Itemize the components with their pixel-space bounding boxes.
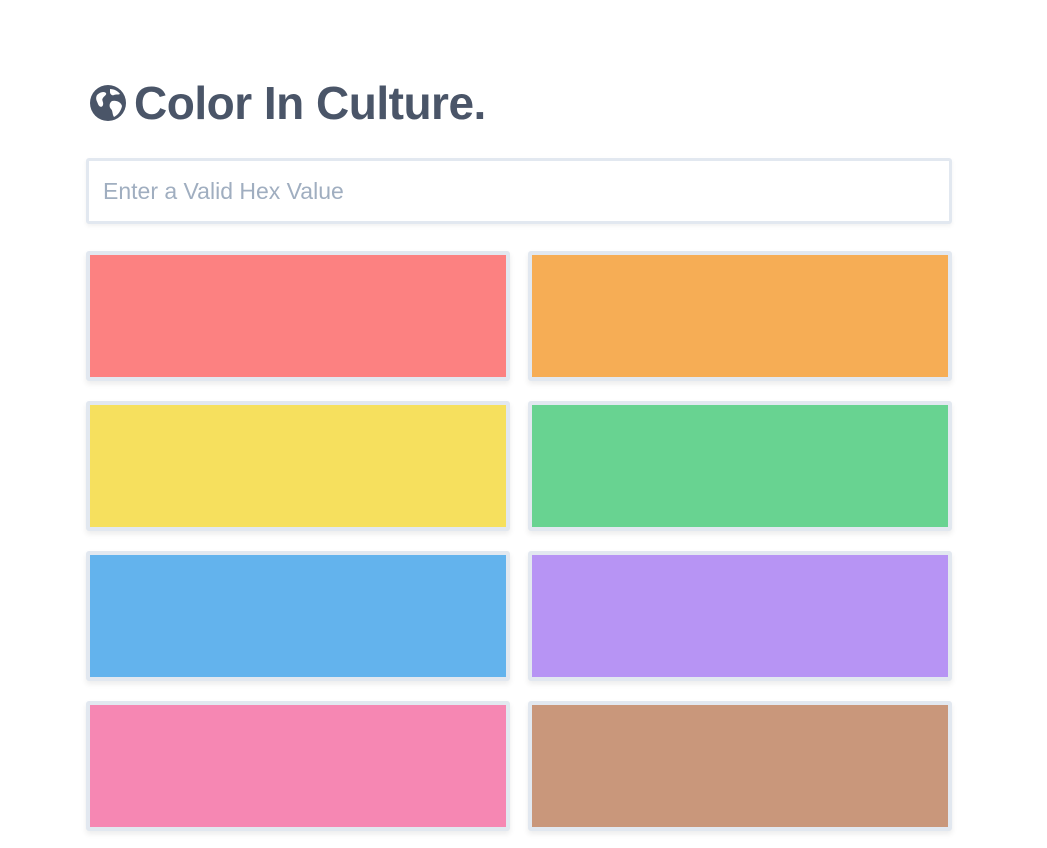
page-title: Color In Culture. [134, 77, 486, 129]
color-swatch-pink[interactable] [86, 701, 510, 831]
color-swatch-brown[interactable] [528, 701, 952, 831]
search-box [86, 158, 952, 224]
color-swatch-green[interactable] [528, 401, 952, 531]
hex-value-input[interactable] [89, 161, 949, 221]
color-swatch-orange[interactable] [528, 251, 952, 381]
globe-icon [90, 85, 126, 121]
color-swatch-yellow[interactable] [86, 401, 510, 531]
header: Color In Culture. [88, 76, 486, 130]
color-swatch-red[interactable] [86, 251, 510, 381]
color-swatch-purple[interactable] [528, 551, 952, 681]
color-swatch-blue[interactable] [86, 551, 510, 681]
color-swatch-grid [86, 251, 952, 831]
